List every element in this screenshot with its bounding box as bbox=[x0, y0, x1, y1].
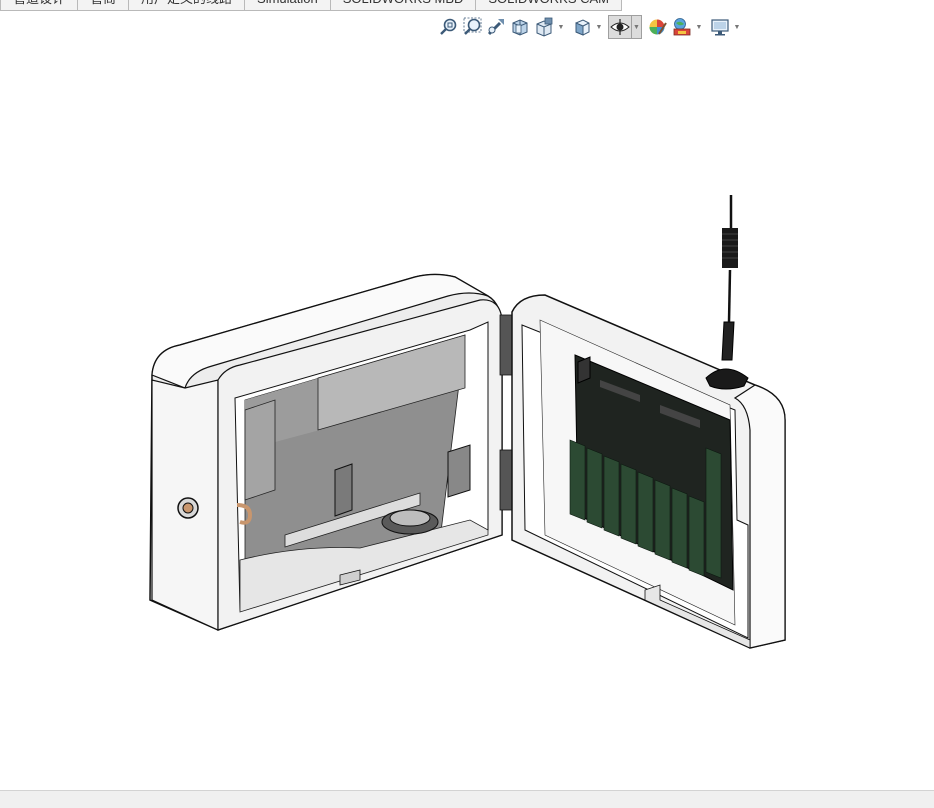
apply-scene-dropdown[interactable]: ▼ bbox=[694, 15, 704, 39]
dynamic-annotation-view-button[interactable] bbox=[532, 15, 556, 39]
command-manager-tabs: 管道设计 管筒 用户定义的线路 Simulation SOLIDWORKS MB… bbox=[0, 0, 622, 11]
zoom-to-area-button[interactable] bbox=[460, 15, 484, 39]
view-settings-dropdown[interactable]: ▼ bbox=[732, 15, 742, 39]
tab-user-defined-routing[interactable]: 用户定义的线路 bbox=[129, 0, 246, 11]
status-bar bbox=[0, 790, 934, 808]
view-settings-icon bbox=[711, 19, 729, 36]
tab-piping[interactable]: 管道设计 bbox=[0, 0, 79, 11]
display-style-dropdown[interactable]: ▼ bbox=[594, 15, 604, 39]
tab-solidworks-mbd[interactable]: SOLIDWORKS MBD bbox=[330, 0, 477, 11]
heads-up-view-toolbar: ▼ ▼ ▼ ▼ ▼ bbox=[436, 14, 742, 40]
view-orientation-button[interactable] bbox=[570, 15, 594, 39]
model-view bbox=[149, 195, 786, 649]
previous-view-icon bbox=[487, 19, 504, 36]
antenna bbox=[705, 195, 749, 390]
section-view-button[interactable] bbox=[508, 15, 532, 39]
zoom-to-area-icon bbox=[463, 17, 482, 35]
hide-show-items-dropdown[interactable]: ▼ bbox=[632, 15, 642, 39]
zoom-to-fit-button[interactable] bbox=[436, 15, 460, 39]
view-orientation-dropdown[interactable]: ▼ bbox=[556, 15, 566, 39]
tab-tubing[interactable]: 管筒 bbox=[78, 0, 130, 11]
view-settings-button[interactable] bbox=[708, 15, 732, 39]
hide-show-items-button[interactable] bbox=[608, 15, 632, 39]
dynamic-annotation-view-icon bbox=[536, 17, 553, 37]
enclosure-right-door bbox=[511, 294, 786, 649]
enclosure-left-housing bbox=[149, 273, 515, 631]
previous-view-button[interactable] bbox=[484, 15, 508, 39]
view-orientation-icon bbox=[575, 19, 590, 36]
apply-scene-button[interactable] bbox=[670, 15, 694, 39]
tab-solidworks-cam[interactable]: SOLIDWORKS CAM bbox=[476, 0, 622, 11]
zoom-to-fit-icon bbox=[440, 18, 457, 35]
edit-appearance-button[interactable] bbox=[646, 15, 670, 39]
graphics-area[interactable] bbox=[0, 44, 934, 790]
tab-simulation[interactable]: Simulation bbox=[245, 0, 331, 11]
hide-show-items-icon bbox=[610, 19, 630, 35]
section-view-icon bbox=[512, 19, 528, 36]
edit-appearance-icon bbox=[649, 19, 667, 35]
apply-scene-icon bbox=[673, 18, 691, 36]
